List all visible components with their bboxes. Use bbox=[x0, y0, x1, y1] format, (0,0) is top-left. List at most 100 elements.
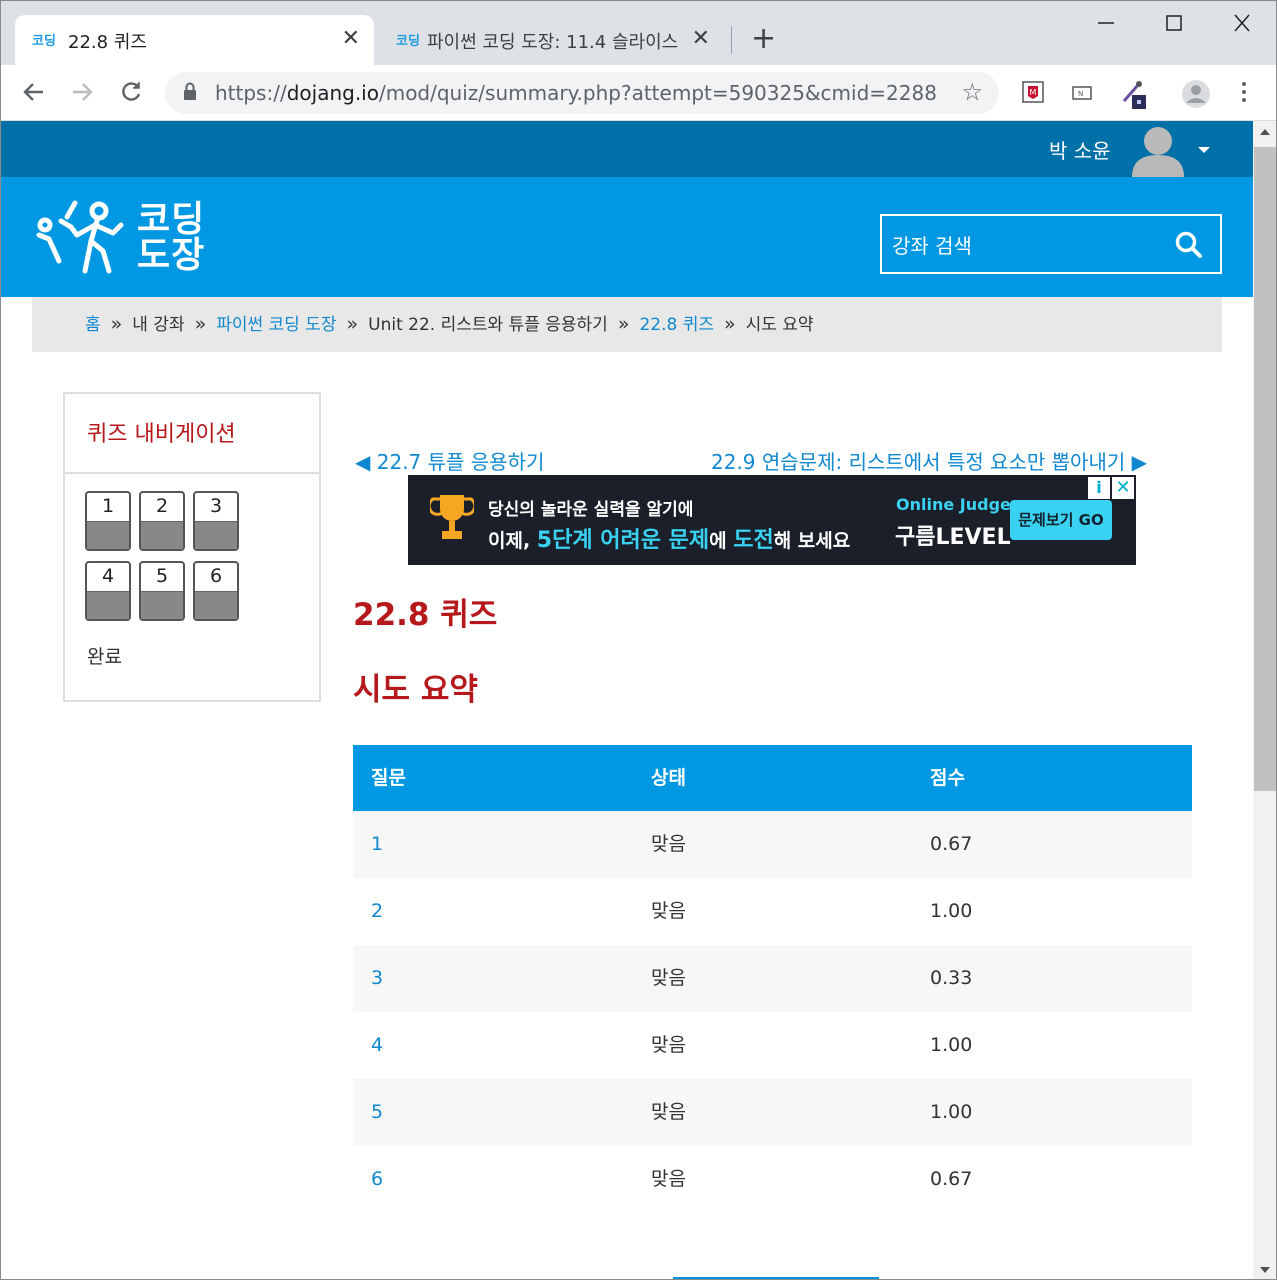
trophy-icon bbox=[430, 495, 474, 539]
ad-info-icon[interactable]: i bbox=[1088, 477, 1110, 499]
table-row: 1 맞음 0.67 bbox=[353, 811, 1192, 878]
advertisement-banner[interactable]: 당신의 놀라운 실력을 알기에 이제, 5단계 어려운 문제에 도전해 보세요 … bbox=[408, 475, 1136, 565]
tab-separator bbox=[731, 26, 732, 54]
user-name[interactable]: 박 소윤 bbox=[1049, 135, 1111, 164]
maximize-icon[interactable] bbox=[1165, 9, 1183, 45]
ad-line1: 당신의 놀라운 실력을 알기에 bbox=[488, 500, 694, 520]
user-menu-caret-icon[interactable] bbox=[1198, 147, 1210, 153]
quiz-question-button[interactable]: 5 bbox=[139, 561, 185, 621]
column-header-question: 질문 bbox=[371, 767, 406, 789]
browser-toolbar: https://dojang.io/mod/quiz/summary.php?a… bbox=[1, 65, 1276, 121]
page-content: 박 소윤 코딩 도장 강좌 검색 홈 » 내 강좌 » 파이썬 코딩 도장 » … bbox=[1, 121, 1253, 1279]
menu-icon[interactable] bbox=[1237, 79, 1263, 105]
dojang-favicon-icon: 코딩 bbox=[31, 27, 56, 51]
browser-window: 코딩 22.8 퀴즈 ✕ 코딩 파이썬 코딩 도장: 11.4 슬라이스 ✕ + bbox=[0, 0, 1277, 1280]
avatar-icon[interactable] bbox=[1129, 123, 1187, 177]
score-cell: 0.67 bbox=[930, 1168, 973, 1190]
finish-attempt-link[interactable]: 완료 bbox=[87, 642, 122, 669]
table-row: 5 맞음 1.00 bbox=[353, 1079, 1192, 1146]
site-header: 코딩 도장 강좌 검색 bbox=[1, 177, 1253, 297]
scroll-down-icon[interactable] bbox=[1260, 1267, 1270, 1273]
status-cell: 맞음 bbox=[651, 833, 686, 855]
quiz-navigation-heading: 퀴즈 내비게이션 bbox=[65, 394, 319, 474]
question-link[interactable]: 5 bbox=[371, 1079, 383, 1145]
table-header: 질문 상태 점수 bbox=[353, 745, 1192, 811]
ad-brand-tagline: Online Judge bbox=[896, 495, 1011, 514]
breadcrumb-home[interactable]: 홈 bbox=[85, 315, 101, 335]
close-tab-icon[interactable]: ✕ bbox=[692, 27, 710, 51]
close-tab-icon[interactable]: ✕ bbox=[342, 27, 360, 51]
question-link[interactable]: 1 bbox=[371, 811, 383, 877]
extension-icon[interactable]: M bbox=[1020, 79, 1046, 105]
status-cell: 맞음 bbox=[651, 1034, 686, 1056]
quiz-question-button[interactable]: 1 bbox=[85, 491, 131, 551]
breadcrumb-current: 시도 요약 bbox=[745, 315, 814, 335]
star-icon[interactable]: ☆ bbox=[961, 78, 983, 106]
table-row: 6 맞음 0.67 bbox=[353, 1146, 1192, 1213]
ad-cta-button[interactable]: 문제보기 GO bbox=[1010, 500, 1112, 540]
quiz-navigation-block: 퀴즈 내비게이션 1 2 3 4 5 6 완료 bbox=[63, 392, 321, 702]
scroll-up-icon[interactable] bbox=[1260, 129, 1270, 135]
profile-icon[interactable] bbox=[1181, 79, 1210, 108]
svg-text:코딩: 코딩 bbox=[396, 33, 419, 49]
table-row: 2 맞음 1.00 bbox=[353, 878, 1192, 945]
status-cell: 맞음 bbox=[651, 1101, 686, 1123]
ad-brand: 구름LEVEL bbox=[895, 525, 1011, 550]
svg-text:N: N bbox=[1078, 90, 1083, 98]
site-logo[interactable]: 코딩 도장 bbox=[31, 199, 221, 277]
minimize-icon[interactable] bbox=[1097, 9, 1115, 45]
tab-strip: 코딩 22.8 퀴즈 ✕ 코딩 파이썬 코딩 도장: 11.4 슬라이스 ✕ + bbox=[1, 1, 1276, 65]
back-icon[interactable] bbox=[21, 77, 47, 114]
score-cell: 1.00 bbox=[930, 900, 973, 922]
svg-text:코딩: 코딩 bbox=[32, 33, 55, 49]
table-row: 4 맞음 1.00 bbox=[353, 1012, 1192, 1079]
close-window-icon[interactable] bbox=[1233, 9, 1251, 45]
search-icon[interactable] bbox=[1174, 230, 1204, 264]
question-link[interactable]: 3 bbox=[371, 945, 383, 1011]
prev-activity-link[interactable]: ◀ 22.7 튜플 응용하기 bbox=[355, 446, 544, 475]
dojang-favicon-icon: 코딩 bbox=[395, 27, 420, 51]
user-bar: 박 소윤 bbox=[1, 121, 1253, 177]
breadcrumb-separator: » bbox=[194, 313, 207, 335]
search-placeholder: 강좌 검색 bbox=[892, 234, 972, 258]
quiz-question-button[interactable]: 2 bbox=[139, 491, 185, 551]
color-picker-icon[interactable] bbox=[1118, 79, 1146, 109]
quiz-question-button[interactable]: 3 bbox=[193, 491, 239, 551]
new-tab-icon[interactable]: + bbox=[751, 23, 776, 55]
breadcrumb-unit: Unit 22. 리스트와 튜플 응용하기 bbox=[368, 315, 608, 335]
logo-text-line1: 코딩 bbox=[137, 199, 206, 240]
tab-python-dojang[interactable]: 코딩 파이썬 코딩 도장: 11.4 슬라이스 ✕ bbox=[379, 15, 724, 65]
next-activity-link[interactable]: 22.9 연습문제: 리스트에서 특정 요소만 뽑아내기 ▶ bbox=[711, 446, 1147, 475]
question-link[interactable]: 4 bbox=[371, 1012, 383, 1078]
status-cell: 맞음 bbox=[651, 900, 686, 922]
column-header-status: 상태 bbox=[651, 767, 686, 789]
tab-quiz[interactable]: 코딩 22.8 퀴즈 ✕ bbox=[15, 15, 374, 65]
extension-icon[interactable]: N bbox=[1069, 79, 1095, 105]
breadcrumb-my-courses: 내 강좌 bbox=[132, 315, 185, 335]
address-bar[interactable]: https://dojang.io/mod/quiz/summary.php?a… bbox=[165, 72, 999, 114]
quiz-question-button[interactable]: 4 bbox=[85, 561, 131, 621]
quiz-question-button[interactable]: 6 bbox=[193, 561, 239, 621]
svg-text:M: M bbox=[1030, 88, 1037, 97]
course-search-input[interactable]: 강좌 검색 bbox=[880, 214, 1222, 274]
tab-title: 22.8 퀴즈 bbox=[68, 32, 147, 53]
question-link[interactable]: 2 bbox=[371, 878, 383, 944]
status-cell: 맞음 bbox=[651, 967, 686, 989]
forward-icon[interactable] bbox=[69, 77, 95, 114]
url-text: https://dojang.io/mod/quiz/summary.php?a… bbox=[215, 81, 937, 105]
score-cell: 0.33 bbox=[930, 967, 973, 989]
scrollbar-thumb[interactable] bbox=[1254, 147, 1276, 791]
score-cell: 1.00 bbox=[930, 1034, 973, 1056]
ad-close-icon[interactable]: ✕ bbox=[1112, 477, 1134, 499]
attempt-summary-title: 시도 요약 bbox=[353, 672, 478, 708]
ad-line2: 이제, 5단계 어려운 문제에 도전해 보세요 bbox=[488, 528, 851, 553]
page-scrollbar[interactable] bbox=[1253, 121, 1276, 1279]
breadcrumb-separator: » bbox=[346, 313, 359, 335]
breadcrumb-quiz[interactable]: 22.8 퀴즈 bbox=[639, 315, 714, 335]
reload-icon[interactable] bbox=[118, 77, 144, 114]
table-row: 3 맞음 0.33 bbox=[353, 945, 1192, 1012]
breadcrumb-course[interactable]: 파이썬 코딩 도장 bbox=[216, 315, 336, 335]
attempt-summary-table: 질문 상태 점수 1 맞음 0.67 2 맞음 1.00 3 맞음 0.33 4 bbox=[353, 745, 1192, 1213]
logo-figure-icon bbox=[36, 200, 124, 274]
question-link[interactable]: 6 bbox=[371, 1146, 383, 1212]
